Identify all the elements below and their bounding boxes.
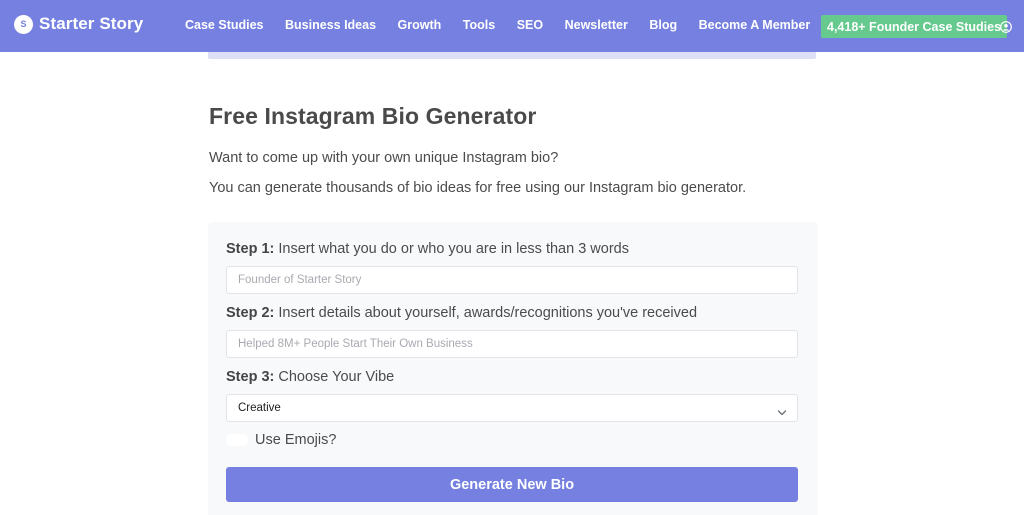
nav-link-become-a-member[interactable]: Become A Member [699, 18, 811, 32]
bio-generator-form: Step 1: Insert what you do or who you ar… [208, 222, 818, 515]
nav-link-business-ideas[interactable]: Business Ideas [285, 18, 376, 32]
nav-links: Case Studies Business Ideas Growth Tools… [185, 18, 832, 32]
step-2-text: Insert details about yourself, awards/re… [274, 305, 698, 321]
user-circle-icon[interactable] [1000, 20, 1012, 33]
nav-link-case-studies[interactable]: Case Studies [185, 18, 264, 32]
announcement-bar [208, 52, 816, 59]
chevron-down-icon [777, 404, 787, 416]
vibe-select[interactable]: Creative [226, 394, 798, 422]
brand-name: Starter Story [39, 14, 144, 33]
step-3-prefix: Step 3: [226, 369, 275, 385]
intro-paragraph-1: Want to come up with your own unique Ins… [209, 150, 559, 166]
step-3-label: Step 3: Choose Your Vibe [226, 369, 394, 385]
nav-link-growth[interactable]: Growth [398, 18, 442, 32]
details-input[interactable] [226, 330, 798, 358]
nav-link-blog[interactable]: Blog [649, 18, 677, 32]
step-3-text: Choose Your Vibe [274, 369, 395, 385]
what-you-do-input[interactable] [226, 266, 798, 294]
nav-link-seo[interactable]: SEO [517, 18, 543, 32]
nav-link-newsletter[interactable]: Newsletter [565, 18, 628, 32]
step-1-text: Insert what you do or who you are in les… [274, 241, 629, 257]
use-emojis-toggle[interactable] [226, 434, 248, 446]
step-2-prefix: Step 2: [226, 305, 275, 321]
nav-link-tools[interactable]: Tools [463, 18, 495, 32]
founder-case-studies-cta-button[interactable]: 4,418+ Founder Case Studies [821, 15, 1008, 38]
step-1-label: Step 1: Insert what you do or who you ar… [226, 241, 629, 257]
use-emojis-label: Use Emojis? [255, 432, 337, 448]
generate-new-bio-button[interactable]: Generate New Bio [226, 467, 798, 502]
brand-logo-link[interactable]: S Starter Story [14, 14, 143, 34]
page-title: Free Instagram Bio Generator [209, 103, 537, 129]
starter-story-logo-icon: S [14, 14, 33, 34]
step-2-label: Step 2: Insert details about yourself, a… [226, 305, 697, 321]
top-navbar: S Starter Story Case Studies Business Id… [0, 0, 1024, 52]
step-1-prefix: Step 1: [226, 241, 275, 257]
intro-paragraph-2: You can generate thousands of bio ideas … [209, 180, 747, 196]
use-emojis-row: Use Emojis? [226, 432, 336, 448]
vibe-selected-value: Creative [238, 402, 281, 414]
main-content: Free Instagram Bio Generator Want to com… [209, 103, 819, 196]
